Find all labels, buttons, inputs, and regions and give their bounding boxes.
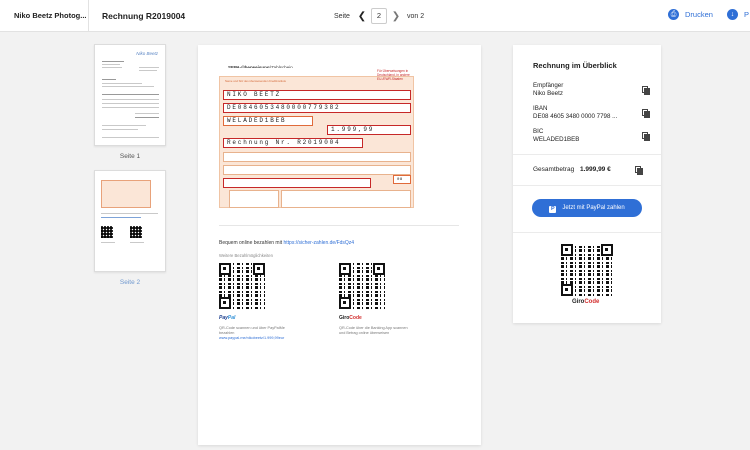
copy-icon[interactable] bbox=[642, 86, 650, 95]
girocode-qr-code bbox=[339, 263, 385, 309]
panel-divider bbox=[513, 154, 661, 155]
page-thumbnail-2[interactable] bbox=[94, 170, 166, 272]
total-label: Gesamtbetrag bbox=[533, 166, 575, 173]
document-title: Rechnung R2019004 bbox=[102, 11, 186, 21]
paypal-pay-label: Jetzt mit PayPal zahlen bbox=[562, 205, 625, 211]
recipient-label: Empfänger bbox=[533, 82, 564, 89]
thumbnail-label-2: Seite 2 bbox=[119, 279, 141, 286]
document-page: SEPA-Überweisung/Zahlschein Für Überweis… bbox=[198, 45, 481, 445]
bic-value: WELADED1BEB bbox=[533, 136, 580, 143]
page-suffix: von 2 bbox=[406, 12, 425, 20]
thumbnail-qr-icon bbox=[101, 226, 113, 238]
brand-name[interactable]: Niko Beetz Photog... bbox=[0, 0, 89, 32]
payer-field bbox=[223, 178, 371, 188]
page-navigator: Seite ❮ 2 ❯ von 2 bbox=[334, 7, 424, 25]
thumbnail-qr-icon bbox=[130, 226, 142, 238]
iban-label: IBAN bbox=[533, 105, 548, 112]
copy-icon[interactable] bbox=[642, 109, 650, 118]
panel-divider bbox=[513, 185, 661, 186]
page-thumbnail-1[interactable]: Niko Beetz bbox=[94, 44, 166, 146]
girocode-note: QR-Code über die Banking App scannen und… bbox=[339, 326, 408, 335]
more-options-label: Weitere Bezahlmöglichkeiten bbox=[219, 253, 273, 258]
paypal-pay-button[interactable]: P Jetzt mit PayPal zahlen bbox=[532, 199, 642, 217]
download-icon: ↓ bbox=[727, 9, 738, 20]
iban-field: DE0846053480000779382 bbox=[223, 103, 411, 113]
thumbnail-logo: Niko Beetz bbox=[136, 51, 158, 56]
print-label: Drucken bbox=[685, 10, 713, 19]
chevron-right-icon[interactable]: ❯ bbox=[390, 11, 402, 22]
bic-field: WELADED1BEB bbox=[223, 116, 313, 126]
paypal-note: QR-Code scannen und über PayPalMe bezahl… bbox=[219, 326, 285, 340]
print-icon: ⎙ bbox=[668, 9, 679, 20]
code-field: 08 bbox=[393, 175, 411, 184]
panel-girocode-logo: GiroCode bbox=[572, 299, 600, 305]
divider bbox=[219, 225, 459, 226]
copy-icon[interactable] bbox=[642, 132, 650, 141]
invoice-overview-panel: Rechnung im Überblick Empfänger Niko Bee… bbox=[513, 45, 661, 323]
print-button[interactable]: ⎙ Drucken bbox=[668, 9, 713, 20]
page-prefix: Seite bbox=[334, 12, 350, 20]
panel-divider bbox=[513, 232, 661, 233]
reference-field: Rechnung Nr. R2019004 bbox=[223, 138, 363, 148]
paypal-logo: PayPal bbox=[219, 315, 236, 321]
recipient-value: Niko Beetz bbox=[533, 90, 563, 97]
thumbnail-label-1: Seite 1 bbox=[119, 153, 141, 160]
download-button[interactable]: ↓ P bbox=[727, 9, 749, 20]
pay-online-text: Bequem online bezahlen mit https://siche… bbox=[219, 240, 355, 246]
pay-online-link[interactable]: https://sicher-zahlen.de/FdsQz4 bbox=[284, 240, 355, 246]
iban-info: IBAN DE08 4605 3480 0000 7798 ... bbox=[533, 105, 650, 121]
sepa-transfer-form: Für Überweisungen in Deutschland, in and… bbox=[219, 68, 459, 208]
girocode-logo: GiroCode bbox=[339, 315, 362, 321]
recipient-field: NIKO BEETZ bbox=[223, 90, 411, 100]
total-amount: Gesamtbetrag 1.999,99 € bbox=[533, 166, 648, 173]
panel-title: Rechnung im Überblick bbox=[533, 61, 617, 70]
thumbnail-sepa-form bbox=[101, 180, 151, 208]
amount-field: 1.999,99 bbox=[327, 125, 411, 135]
paypal-qr-code bbox=[219, 263, 265, 309]
recipient-info: Empfänger Niko Beetz bbox=[533, 82, 650, 98]
iban-value: DE08 4605 3480 0000 7798 ... bbox=[533, 113, 618, 120]
panel-girocode-qr bbox=[561, 244, 613, 296]
chevron-left-icon[interactable]: ❮ bbox=[356, 11, 368, 22]
paypal-me-link[interactable]: www.paypal.me/nikobeetz/1.999,99eur bbox=[219, 336, 284, 340]
bic-info: BIC WELADED1BEB bbox=[533, 128, 650, 144]
copy-icon[interactable] bbox=[635, 166, 643, 175]
download-label: P bbox=[744, 10, 750, 19]
total-value: 1.999,99 € bbox=[580, 166, 611, 173]
paypal-icon: P bbox=[549, 206, 557, 213]
bic-label: BIC bbox=[533, 128, 544, 135]
sepa-red-note: Für Überweisungen in Deutschland, in and… bbox=[377, 69, 410, 81]
page-number-input[interactable]: 2 bbox=[370, 8, 387, 24]
top-bar: Niko Beetz Photog... Rechnung R2019004 S… bbox=[0, 0, 750, 32]
